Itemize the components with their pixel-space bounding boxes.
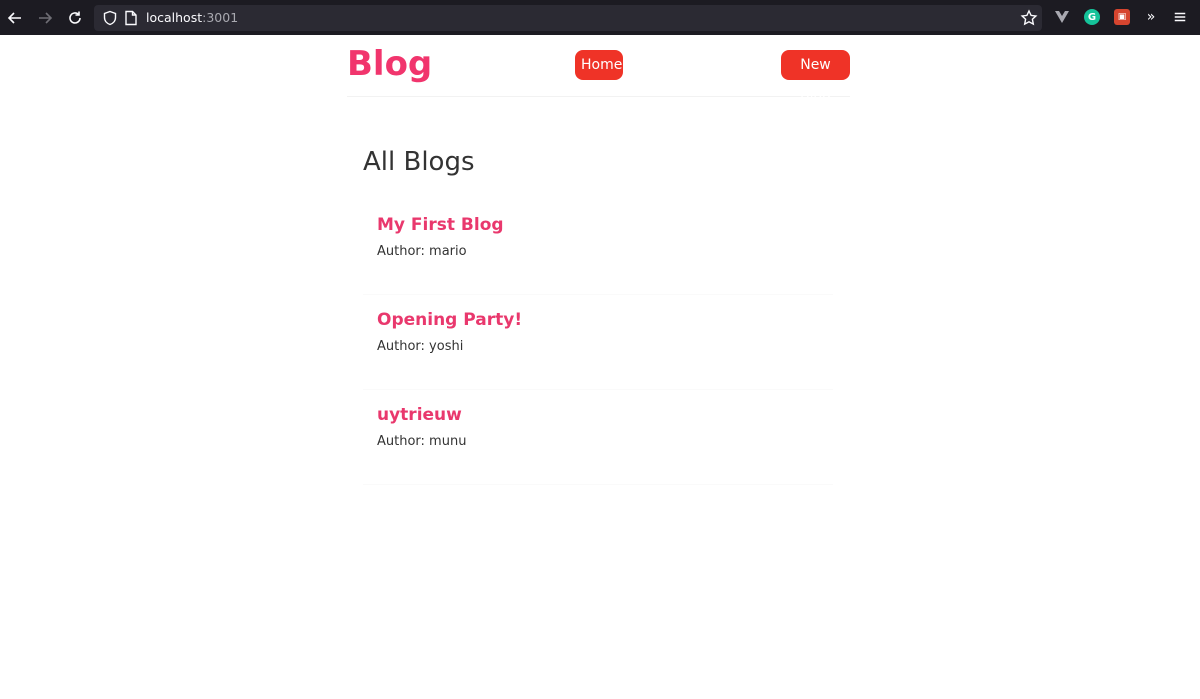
forward-button[interactable]: [34, 7, 56, 29]
blog-list: All Blogs My First Blog Author: mario Op…: [363, 140, 833, 485]
browser-toolbar: localhost:3001 G ▣ »: [0, 0, 1200, 35]
hamburger-menu-icon[interactable]: [1172, 9, 1188, 25]
navbar: Blog Home New Blog: [347, 35, 850, 103]
arrow-left-icon: [7, 12, 21, 24]
url-bar[interactable]: localhost:3001: [94, 5, 1042, 31]
reload-icon: [69, 11, 81, 24]
url-host: localhost: [146, 10, 203, 25]
page-title: All Blogs: [363, 147, 475, 177]
home-link[interactable]: Home: [575, 50, 623, 80]
blog-title[interactable]: Opening Party!: [377, 308, 522, 332]
shield-icon[interactable]: [102, 10, 118, 26]
bookmark-star-icon[interactable]: [1020, 9, 1038, 27]
blog-preview[interactable]: uytrieuw Author: munu: [363, 390, 833, 485]
back-button[interactable]: [4, 7, 26, 29]
blog-preview[interactable]: My First Blog Author: mario: [363, 200, 833, 295]
blog-title[interactable]: uytrieuw: [377, 403, 462, 427]
extension-icon[interactable]: ▣: [1114, 9, 1130, 25]
arrow-right-icon: [39, 12, 53, 24]
blog-author: Author: mario: [377, 244, 467, 259]
brand-title: Blog: [347, 44, 433, 84]
url-port: :3001: [202, 10, 239, 25]
blog-author: Author: yoshi: [377, 339, 464, 354]
reload-button[interactable]: [64, 7, 86, 29]
new-blog-link[interactable]: New Blog: [781, 50, 850, 103]
page-icon[interactable]: [124, 10, 138, 26]
grammarly-icon[interactable]: G: [1084, 9, 1100, 25]
chevrons-right-icon[interactable]: »: [1143, 9, 1159, 25]
blog-preview[interactable]: Opening Party! Author: yoshi: [363, 295, 833, 390]
vue-devtools-icon[interactable]: [1054, 9, 1070, 25]
url-text[interactable]: localhost:3001: [146, 10, 238, 26]
blog-title[interactable]: My First Blog: [377, 213, 504, 237]
blog-author: Author: munu: [377, 434, 467, 449]
